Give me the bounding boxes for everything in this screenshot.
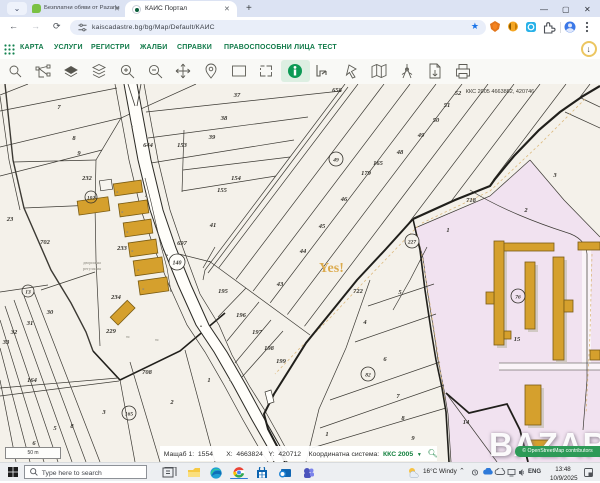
svg-text:30: 30: [46, 309, 54, 316]
svg-text:38: 38: [220, 115, 228, 122]
svg-text:31: 31: [26, 320, 34, 327]
svg-text:50: 50: [433, 117, 440, 124]
svg-text:пс: пс: [126, 335, 130, 339]
svg-text:13: 13: [25, 290, 31, 296]
svg-text:644: 644: [143, 142, 154, 149]
svg-text:14: 14: [463, 419, 470, 426]
svg-text:41: 41: [209, 222, 217, 229]
svg-text:46: 46: [340, 196, 348, 203]
svg-text:▲: ▲: [165, 253, 169, 257]
svg-text:1: 1: [446, 227, 449, 234]
svg-text:37: 37: [233, 92, 241, 99]
svg-text:658: 658: [332, 87, 343, 94]
svg-text:45: 45: [318, 223, 326, 230]
svg-text:51: 51: [444, 102, 451, 109]
svg-text:39: 39: [208, 134, 216, 141]
svg-text:234: 234: [110, 294, 122, 301]
svg-text:регулация: регулация: [83, 266, 101, 271]
svg-text:154: 154: [231, 175, 242, 182]
svg-text:718: 718: [466, 197, 477, 204]
svg-text:▲: ▲: [130, 124, 134, 128]
svg-text:дворищна: дворищна: [83, 260, 101, 265]
svg-text:708: 708: [142, 369, 153, 376]
svg-text:48: 48: [396, 149, 404, 156]
svg-text:195: 195: [218, 288, 229, 295]
svg-text:140: 140: [173, 261, 182, 267]
svg-text:32: 32: [10, 329, 18, 336]
svg-text:197: 197: [252, 329, 263, 336]
svg-text:229: 229: [105, 328, 117, 335]
svg-text:702: 702: [40, 239, 51, 246]
svg-text:49: 49: [332, 158, 339, 164]
svg-text:49: 49: [417, 132, 425, 139]
svg-text:179: 179: [361, 170, 372, 177]
svg-text:44: 44: [299, 248, 307, 255]
svg-text:23: 23: [6, 216, 14, 223]
svg-text:1: 1: [207, 377, 210, 384]
svg-text:33: 33: [2, 339, 10, 346]
svg-text:227: 227: [407, 240, 417, 246]
svg-text:232: 232: [81, 175, 93, 182]
svg-text:196: 196: [236, 312, 247, 319]
svg-text:76: 76: [515, 295, 521, 301]
svg-text:102: 102: [87, 196, 96, 202]
svg-text:155: 155: [217, 187, 228, 194]
svg-text:697: 697: [177, 240, 188, 247]
svg-text:Yes!: Yes!: [319, 261, 344, 276]
svg-text:198: 198: [264, 345, 275, 352]
svg-text:▲: ▲: [199, 324, 203, 328]
svg-text:233: 233: [116, 245, 128, 252]
svg-text:1: 1: [325, 431, 328, 438]
svg-text:165: 165: [125, 412, 134, 418]
svg-text:ККС 2005 4663882, 420746: ККС 2005 4663882, 420746: [466, 89, 534, 95]
svg-text:164: 164: [27, 377, 38, 384]
svg-text:43: 43: [276, 281, 284, 288]
svg-text:199: 199: [276, 358, 287, 365]
svg-text:пс: пс: [155, 338, 159, 342]
svg-text:722: 722: [353, 288, 364, 295]
svg-text:15: 15: [514, 336, 521, 343]
svg-text:153: 153: [177, 142, 188, 149]
svg-text:52: 52: [455, 90, 462, 97]
svg-text:▲: ▲: [144, 194, 148, 198]
svg-text:165: 165: [373, 160, 384, 167]
svg-text:▲: ▲: [228, 378, 232, 382]
svg-text:82: 82: [365, 373, 371, 379]
